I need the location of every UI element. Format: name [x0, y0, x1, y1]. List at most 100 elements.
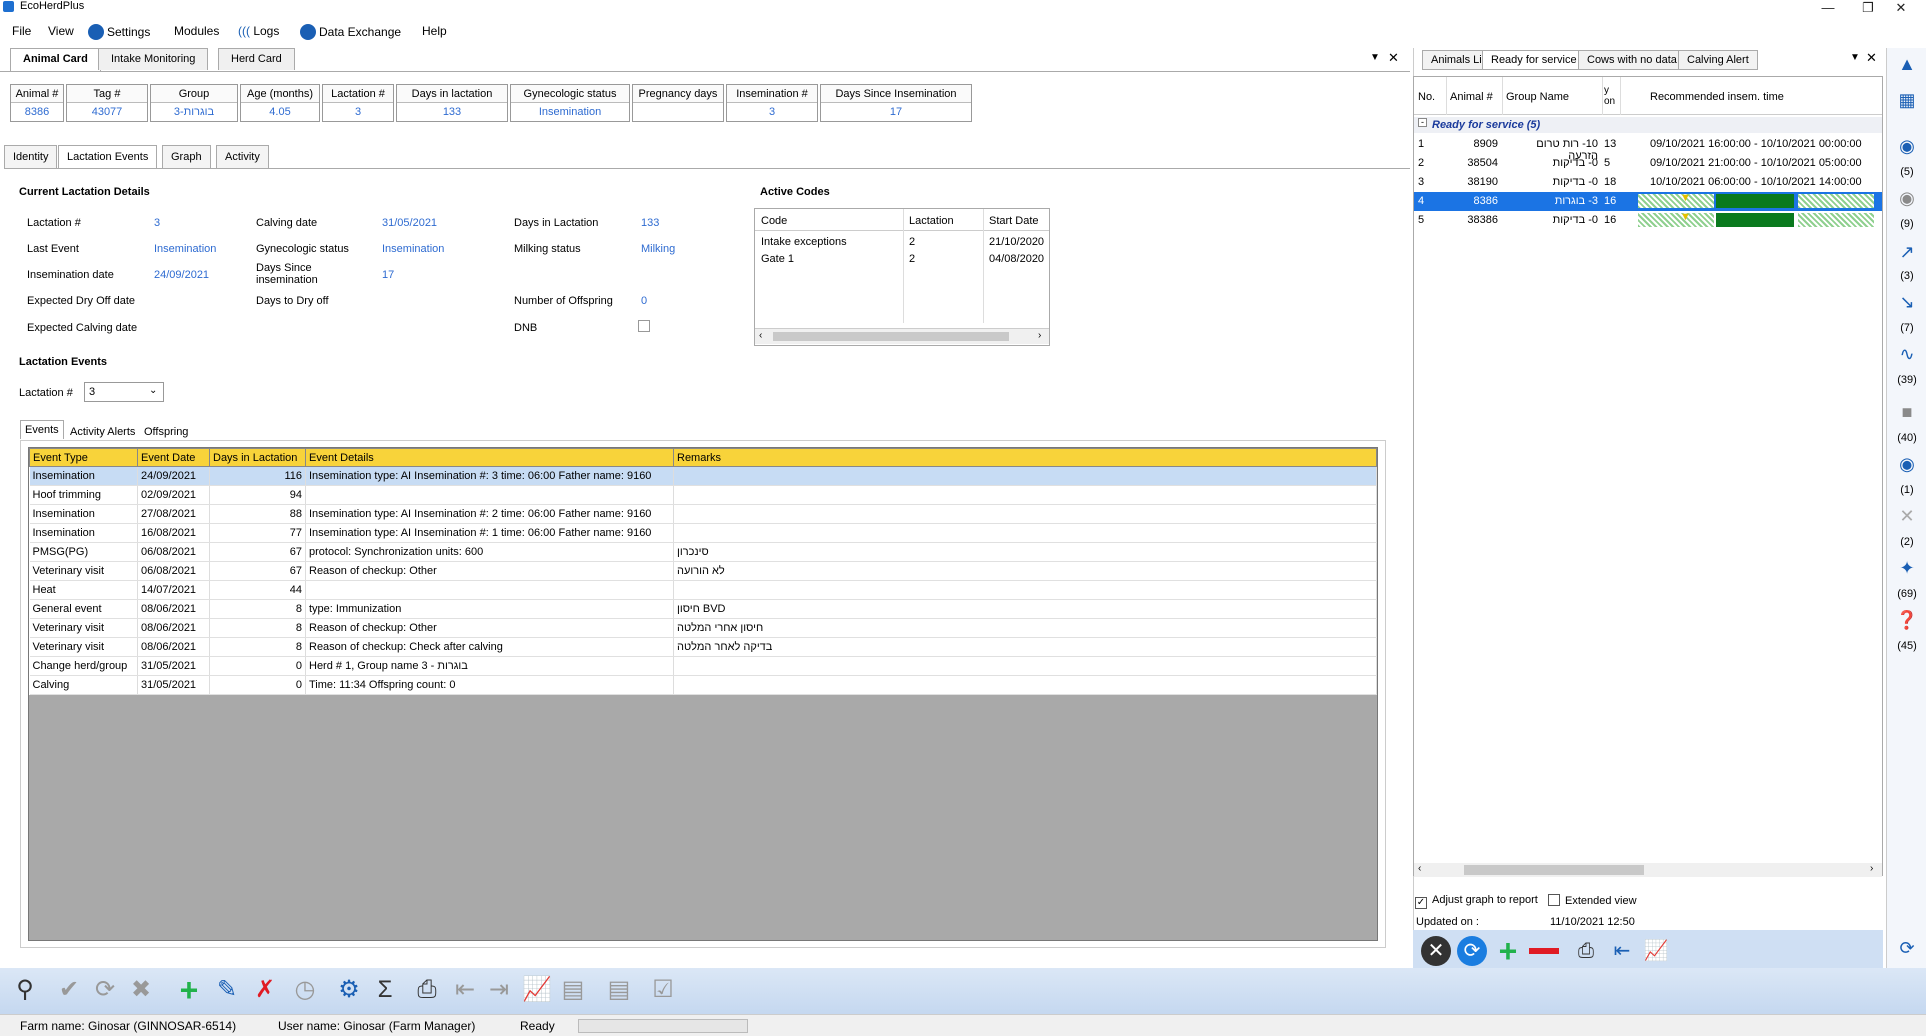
graph-down-icon[interactable]: ↘	[1895, 292, 1919, 314]
tab-calving-alert[interactable]: Calving Alert	[1678, 50, 1758, 70]
table-row[interactable]: Calving 31/05/2021 0 Time: 11:34 Offspring …	[29, 675, 1377, 695]
table-row[interactable]: Hoof trimming 02/09/2021 94	[29, 485, 1377, 505]
search-icon[interactable]: ⚲	[10, 975, 40, 1005]
tab-lactation-events[interactable]: Lactation Events	[58, 145, 158, 169]
print-icon[interactable]: ⎙	[1571, 936, 1601, 966]
tab-dropdown-icon[interactable]: ▼	[1370, 52, 1380, 63]
refresh-side-icon[interactable]: ⟳	[1895, 938, 1919, 960]
import-icon[interactable]: ⇤	[450, 975, 480, 1005]
group-row[interactable]: - Ready for service (5)	[1414, 117, 1882, 133]
table-row[interactable]: Veterinary visit 08/06/2021 8 Reason of che…	[29, 618, 1377, 638]
minimize-button[interactable]: —	[1813, 0, 1843, 15]
right-hscrollbar[interactable]: ‹ ›	[1414, 863, 1882, 877]
tab-identity[interactable]: Identity	[4, 145, 58, 169]
close-tab-icon[interactable]: ✕	[1388, 50, 1399, 66]
export-icon[interactable]: ⇤	[1607, 936, 1637, 966]
refresh-icon[interactable]: ⟳	[1457, 936, 1487, 966]
right-dropdown-icon[interactable]: ▼	[1850, 52, 1860, 63]
approve-icon[interactable]: ✔	[54, 975, 84, 1005]
tab-herd-card[interactable]: Herd Card	[218, 48, 295, 70]
print-icon[interactable]: ⎙	[412, 975, 442, 1005]
refresh-icon[interactable]: ⟳	[90, 975, 120, 1005]
list-item[interactable]: 1 8909 10- רות טרום הזרעה 13 09/10/2021 16:0…	[1414, 135, 1882, 162]
extended-view-option[interactable]: Extended view	[1548, 894, 1637, 907]
menu-file[interactable]: File	[12, 24, 31, 38]
add-icon[interactable]: +	[1493, 935, 1523, 967]
cancel-icon[interactable]: ✖	[126, 975, 156, 1005]
sum-icon[interactable]: Σ	[370, 975, 400, 1005]
chart-icon[interactable]: 📈	[1641, 936, 1671, 966]
edit-icon[interactable]: ✎	[212, 975, 242, 1005]
dnb-checkbox[interactable]	[638, 320, 650, 332]
table-row[interactable]: Veterinary visit 08/06/2021 8 Reason of che…	[29, 637, 1377, 657]
menu-logs[interactable]: ((( Logs	[238, 24, 279, 38]
marker-icon: ▼	[1680, 192, 1691, 204]
tab-offspring[interactable]: Offspring	[140, 423, 192, 441]
close-window-button[interactable]: ✕	[1886, 0, 1916, 16]
tab-activity-alerts[interactable]: Activity Alerts	[66, 423, 139, 441]
list-item[interactable]: 2 38504 0- בדיקות 5 09/10/2021 21:00:00 - 10…	[1414, 154, 1882, 173]
list-cell: 18	[1604, 176, 1617, 188]
table-row[interactable]: Veterinary visit 06/08/2021 67 Reason of ch…	[29, 561, 1377, 581]
menu-view[interactable]: View	[48, 24, 74, 38]
tab-cows-no-data[interactable]: Cows with no data	[1578, 50, 1686, 70]
tab-activity[interactable]: Activity	[216, 145, 269, 169]
add-icon[interactable]: +	[174, 974, 204, 1006]
restore-button[interactable]: ❐	[1853, 0, 1883, 16]
adjust-graph-option[interactable]: ✓ Adjust graph to report	[1415, 894, 1538, 909]
menu-settings[interactable]: Settings	[88, 24, 150, 40]
table-row[interactable]: Insemination 16/08/2021 77 Insemination typ…	[29, 523, 1377, 543]
checklist-icon[interactable]: ☑	[648, 975, 678, 1005]
syringe-icon[interactable]: ✕	[1895, 506, 1919, 528]
hoof-icon[interactable]: ✦	[1895, 558, 1919, 580]
table-row[interactable]: General event 08/06/2021 8 type: Immunizati…	[29, 599, 1377, 619]
col-event-date[interactable]: Event Date	[137, 448, 210, 467]
export-icon[interactable]: ⇥	[484, 975, 514, 1005]
chart-icon[interactable]: 📈	[522, 975, 552, 1005]
milk-icon[interactable]: ◉	[1895, 454, 1919, 476]
pulse-icon[interactable]: ∿	[1895, 344, 1919, 366]
table-row[interactable]: Insemination 27/08/2021 88 Insemination typ…	[29, 504, 1377, 524]
history-icon[interactable]: ◷	[290, 975, 320, 1005]
question-alert-icon[interactable]: ❓	[1895, 610, 1919, 632]
cow-sick-icon[interactable]: ◉	[1895, 188, 1919, 210]
cow-icon[interactable]: ▲	[1895, 54, 1919, 76]
delete-icon[interactable]: ✗	[250, 975, 280, 1005]
collapse-icon[interactable]: -	[1418, 118, 1427, 127]
cow-grey-icon[interactable]: ■	[1895, 402, 1919, 424]
lactation-select[interactable]: 3 ⌄	[84, 382, 164, 402]
menu-help[interactable]: Help	[422, 24, 447, 38]
stats-icon[interactable]: ▦	[1895, 90, 1919, 112]
tab-graph[interactable]: Graph	[162, 145, 211, 169]
col-days-in-lactation[interactable]: Days in Lactation	[209, 448, 306, 467]
codes-hscrollbar[interactable]: ‹ ›	[755, 328, 1049, 344]
adjust-checkbox[interactable]: ✓	[1415, 897, 1427, 909]
col-remarks[interactable]: Remarks	[673, 448, 1377, 467]
list-item[interactable]: 3 38190 0- בדיקות 18 10/10/2021 06:00:00 - 1…	[1414, 173, 1882, 192]
table-row[interactable]: PMSG(PG) 06/08/2021 67 protocol: Synchroniz…	[29, 542, 1377, 562]
col-event-details[interactable]: Event Details	[305, 448, 674, 467]
report-icon[interactable]: ▤	[558, 975, 588, 1005]
table-row[interactable]: Heat 14/07/2021 44	[29, 580, 1377, 600]
gear-icon[interactable]: ⚙	[334, 975, 364, 1005]
lactation-select-label: Lactation #	[19, 387, 73, 399]
document-icon[interactable]: ▤	[604, 975, 634, 1005]
tab-animal-card[interactable]: Animal Card	[10, 48, 101, 72]
table-row[interactable]: Change herd/group 31/05/2021 0 Herd # 1, Gr…	[29, 656, 1377, 676]
table-row[interactable]: Insemination 24/09/2021 116 Insemination ty…	[29, 466, 1377, 486]
tab-events[interactable]: Events	[20, 420, 64, 439]
tab-ready-for-service[interactable]: Ready for service	[1482, 50, 1586, 70]
list-item[interactable]: 5 38386 0- בדיקות 16 ▼	[1414, 211, 1882, 230]
graph-up-icon[interactable]: ↗	[1895, 242, 1919, 264]
heat-icon[interactable]: ◉	[1895, 136, 1919, 158]
close-circle-icon[interactable]: ✕	[1421, 936, 1451, 966]
col-event-type[interactable]: Event Type	[29, 448, 138, 467]
tab-intake-monitoring[interactable]: Intake Monitoring	[98, 48, 209, 70]
header-cell: Animal #8386	[10, 84, 64, 122]
right-close-icon[interactable]: ✕	[1866, 50, 1877, 66]
list-item[interactable]: 4 8386 3- בוגרות 16 ▼	[1414, 192, 1882, 211]
menu-data-exchange[interactable]: Data Exchange	[300, 24, 401, 40]
remove-icon[interactable]	[1529, 948, 1559, 954]
extended-checkbox[interactable]	[1548, 894, 1560, 906]
menu-modules[interactable]: Modules	[174, 24, 219, 38]
